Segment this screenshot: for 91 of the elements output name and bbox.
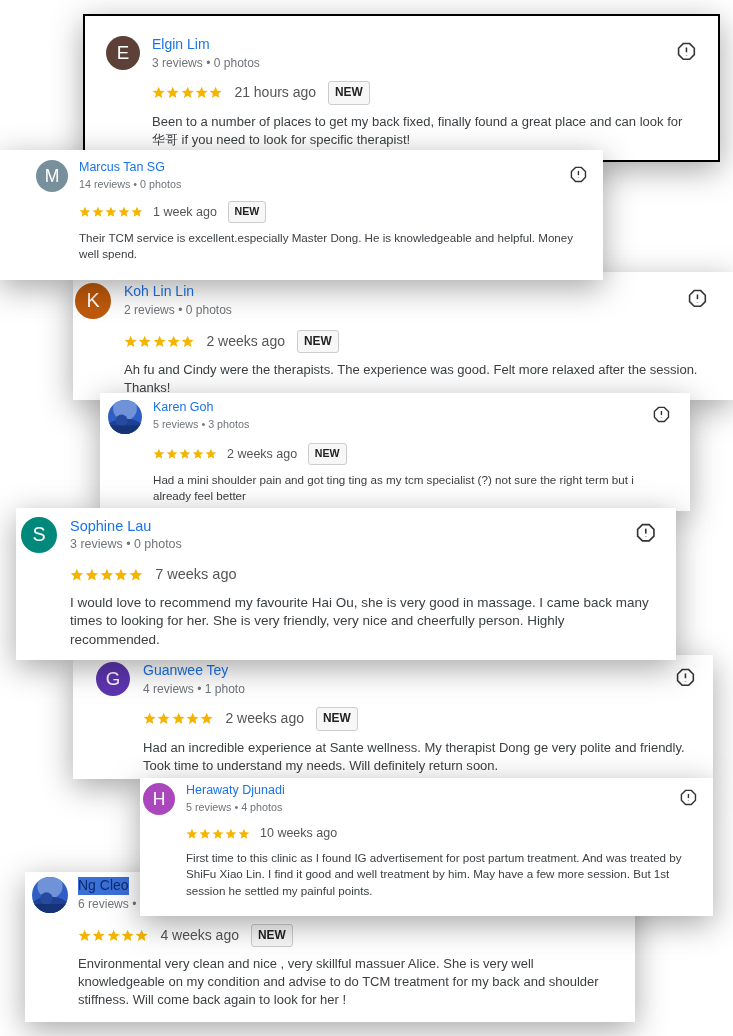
- review-text: Their TCM service is excellent.especially Master Dong. He is knowledgeable and helpful. Money well spend.: [79, 230, 575, 263]
- star-icon: [211, 827, 224, 840]
- star-icon: [180, 86, 194, 100]
- star-icon: [138, 334, 152, 349]
- alert-icon[interactable]: [680, 789, 697, 806]
- star-icon: [198, 827, 211, 840]
- avatar: H: [143, 783, 175, 815]
- star-icon: [135, 928, 149, 943]
- review-count: 3 reviews • 0 photos: [152, 55, 260, 71]
- star-icon: [114, 567, 129, 582]
- star-icon: [204, 448, 217, 461]
- review-time: 2 weeks ago: [227, 445, 298, 463]
- new-badge: NEW: [328, 81, 370, 105]
- review-time: 2 weeks ago: [206, 331, 285, 351]
- review-count: 2 reviews • 0 photos: [124, 302, 232, 318]
- star-icon: [166, 86, 180, 100]
- review-time: 4 weeks ago: [160, 925, 239, 945]
- star-icon: [194, 86, 209, 100]
- review-time: 2 weeks ago: [225, 709, 304, 729]
- star-icon: [129, 567, 143, 582]
- star-icon: [224, 827, 237, 840]
- star-icon: [186, 827, 198, 840]
- reviewer-name[interactable]: Elgin Lim: [152, 36, 210, 54]
- star-icon: [191, 448, 204, 461]
- star-icon: [237, 827, 250, 840]
- star-icon: [92, 928, 106, 943]
- alert-icon[interactable]: [653, 406, 670, 423]
- star-icon: [200, 712, 214, 726]
- review-text: Ah fu and Cindy were the therapists. The experience was good. Felt more relaxed after the session. Thanks!: [124, 361, 699, 398]
- review-count: 4 reviews • 1 photo: [143, 681, 245, 697]
- review-count: 3 reviews • 0 photos: [70, 537, 182, 553]
- review-time: 21 hours ago: [234, 83, 317, 103]
- star-icon: [171, 712, 185, 726]
- review-text: Had an incredible experience at Sante wellness. My therapist Dong ge very polite and friendly. Took time to understand my needs. Will definitely return soon.: [143, 738, 686, 775]
- avatar: E: [106, 36, 140, 70]
- star-icon: [152, 86, 166, 100]
- reviewer-name[interactable]: Guanwee Tey: [143, 662, 229, 680]
- star-icon: [106, 928, 120, 943]
- review-text: Had a mini shoulder pain and got ting ting as my tcm specialist (?) not sure the right term but i already feel better: [153, 472, 635, 505]
- alert-icon[interactable]: [636, 523, 656, 543]
- avatar: G: [96, 662, 130, 696]
- new-badge: NEW: [296, 329, 339, 354]
- review-text: Environmental very clean and nice , very skillful massuer Alice. She is very well knowledgeable on my condition and advise to do TCM treatment for my back and shoulder stiffness. Will come back again to look for her !: [78, 955, 600, 1010]
- review-count: 5 reviews • 3 photos: [153, 417, 250, 432]
- star-icon: [157, 712, 171, 726]
- star-icon: [181, 334, 195, 349]
- review-text: Been to a number of places to get my back fixed, finally found a great place and can look for 华哥 if you need to look for specific therapist!: [152, 112, 684, 149]
- star-icon: [209, 86, 223, 100]
- star-icon: [166, 334, 181, 349]
- review-text: I would love to recommend my favourite Hai Ou, she is very good in massage. I came back many times to looking for her. She is very friendly, very nice and cheerfully person. Highly recommended.: [70, 593, 650, 650]
- star-icon: [152, 334, 166, 349]
- star-icon: [99, 567, 114, 582]
- star-icon: [91, 206, 104, 219]
- star-icon: [153, 448, 165, 461]
- star-icon: [79, 206, 91, 219]
- reviewer-name[interactable]: Koh Lin Lin: [124, 283, 195, 301]
- review-time: 7 weeks ago: [155, 564, 237, 584]
- alert-icon[interactable]: [676, 668, 695, 687]
- reviewer-name[interactable]: Herawaty Djunadi: [186, 783, 285, 799]
- reviewer-name[interactable]: Marcus Tan SG: [79, 160, 165, 176]
- star-icon: [104, 206, 117, 219]
- review-count: 14 reviews • 0 photos: [79, 177, 182, 192]
- star-icon: [143, 712, 157, 726]
- star-icon: [120, 928, 135, 943]
- review-text: First time to this clinic as I found IG advertisement for post partum treatment. And was treated by ShiFu Xiao Lin. I find it good and well treatment by him. May have a few more session. But 1st session he settled my painful points.: [186, 850, 683, 899]
- star-icon: [165, 448, 178, 461]
- star-icon: [130, 206, 143, 219]
- avatar: M: [36, 160, 68, 192]
- reviewer-name[interactable]: Ng Cleo: [78, 877, 129, 895]
- avatar: K: [75, 283, 111, 319]
- reviewer-name[interactable]: Karen Goh: [153, 400, 214, 416]
- review-time: 10 weeks ago: [260, 825, 338, 843]
- star-icon: [185, 712, 200, 726]
- alert-icon[interactable]: [570, 166, 587, 183]
- new-badge: NEW: [307, 443, 347, 466]
- star-icon: [70, 567, 84, 582]
- new-badge: NEW: [315, 707, 358, 731]
- star-icon: [78, 928, 92, 943]
- review-count: 6 reviews •: [78, 896, 137, 912]
- review-count: 5 reviews • 4 photos: [186, 800, 284, 815]
- star-icon: [117, 206, 130, 219]
- new-badge: NEW: [250, 923, 293, 948]
- star-icon: [84, 567, 99, 582]
- alert-icon[interactable]: [688, 289, 707, 308]
- star-icon: [178, 448, 191, 461]
- star-icon: [124, 334, 138, 349]
- avatar: S: [21, 517, 57, 553]
- new-badge: NEW: [227, 201, 267, 224]
- alert-icon[interactable]: [677, 42, 696, 61]
- reviewer-name[interactable]: Sophine Lau: [70, 517, 152, 536]
- review-time: 1 week ago: [153, 203, 217, 221]
